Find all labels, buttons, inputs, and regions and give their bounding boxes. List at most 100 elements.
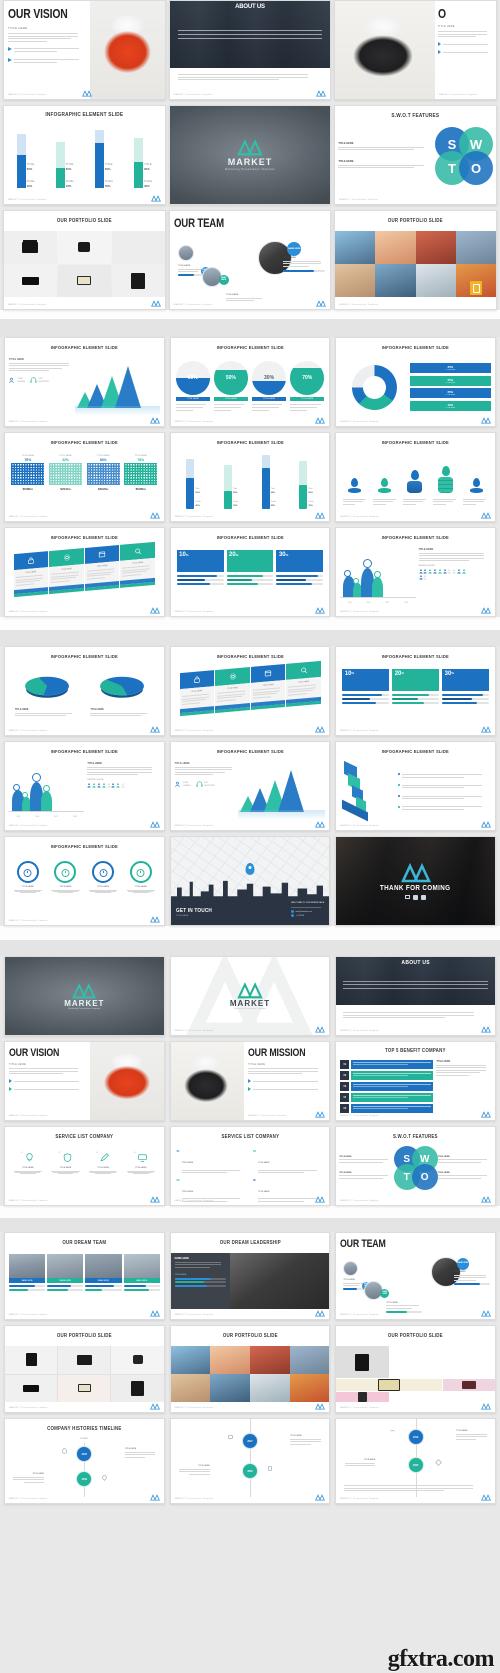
- slide-service-list-icons[interactable]: SERVICE LIST COMPANY 01 TITLE HERE 02 TI…: [4, 1126, 165, 1206]
- slide-footer-note: MARKET | Presentation Template: [9, 516, 48, 518]
- slide-footer-note: MARKET | Presentation Template: [9, 730, 48, 732]
- pie-chart: [24, 671, 69, 701]
- team-member[interactable]: NAME HERE TITLE HERE: [177, 245, 210, 277]
- dm-grid: [86, 463, 120, 485]
- slide-our-vision[interactable]: OUR VISION TITLE HERE MARKET | Presentat…: [3, 0, 166, 100]
- slide-kpi-3up-2[interactable]: INFOGRAPHIC ELEMENT SLIDE 10% 20% 30 % M…: [335, 646, 496, 736]
- slide-photo: [335, 1, 435, 99]
- team-card[interactable]: NAME HERE: [123, 1254, 160, 1291]
- social-row[interactable]: [405, 894, 427, 900]
- slide-tubes[interactable]: INFOGRAPHIC ELEMENT SLIDE Title 60% Profit…: [169, 432, 331, 522]
- slide-title: INFOGRAPHIC ELEMENT SLIDE: [216, 345, 284, 350]
- people-icon: [175, 782, 180, 788]
- slide-infographic-thermo[interactable]: INFOGRAPHIC ELEMENT SLIDE TITLE 60% Profit…: [3, 105, 166, 205]
- portfolio-cell: [210, 1346, 250, 1374]
- slide-cards-stack-2[interactable]: INFOGRAPHIC ELEMENT SLIDE TITLE HERE TIT…: [169, 646, 331, 736]
- team-member[interactable]: NAME HERE: [364, 1281, 390, 1300]
- slide-top5[interactable]: TOP 5 BENEFIT COMPANY 01 02 03 04 05 TIT…: [335, 1041, 496, 1121]
- slide-gauges[interactable]: INFOGRAPHIC ELEMENT SLIDE TITLE HERE TIT…: [4, 836, 165, 926]
- member-name: NAME HERE: [47, 1278, 84, 1284]
- timeline-caption-label: TITLE HERE: [198, 1465, 210, 1467]
- slide-dotmatrix[interactable]: INFOGRAPHIC ELEMENT SLIDE TITLE HERE 78%…: [4, 432, 165, 522]
- axis-tick: 2017: [385, 602, 390, 604]
- facebook-icon[interactable]: [421, 894, 427, 900]
- slide-donut[interactable]: INFOGRAPHIC ELEMENT SLIDE 35% TITLE HERE: [335, 337, 496, 427]
- dotmatrix-item: TITLE HERE 78% $595bn: [124, 455, 158, 491]
- team-card[interactable]: NAME HERE: [47, 1254, 84, 1291]
- twitter-icon[interactable]: [413, 894, 419, 900]
- slide-portfolio-people[interactable]: OUR PORTFOLIO SLIDE MARKET | Presentatio…: [334, 210, 497, 310]
- slide-timeline-3[interactable]: 2019 2020 TITLE HERE TITLE HERE MARKET |…: [335, 1418, 496, 1504]
- bullet-row: [9, 1079, 86, 1084]
- slide-title: THANK FOR COMING: [380, 884, 451, 892]
- slide-dream-leadership[interactable]: OUR DREAM LEADERSHIP NAME HERE TITLE HER…: [169, 1232, 331, 1320]
- service-number: 03: [96, 1152, 99, 1154]
- slide-cover-white[interactable]: MARKET Marketing Presentation Template M…: [169, 956, 331, 1036]
- slide-thank-you[interactable]: THANK FOR COMING: [335, 836, 496, 926]
- slide-footer-note: MARKET | Presentation Template: [340, 421, 379, 423]
- slide-cover-fog-2[interactable]: MARKET Marketing Presentation Template: [4, 956, 165, 1036]
- slide-timeline-2[interactable]: 2017 2018 TITLE HERE TITLE HERE MARKET |…: [169, 1418, 331, 1504]
- axis-tick: 2015: [347, 602, 352, 604]
- slide-about-us[interactable]: ABOUT US MARKET | Presentation Template: [168, 0, 332, 100]
- slide-coinstacks[interactable]: INFOGRAPHIC ELEMENT SLIDE MARKET | Prese…: [335, 432, 496, 522]
- legend-label: PEOPLE QUOTE: [418, 565, 435, 568]
- portfolio-cell: [249, 1374, 290, 1402]
- slide-mountains-1[interactable]: INFOGRAPHIC ELEMENT SLIDE TITLE HERE 3.5…: [4, 337, 165, 427]
- page-title: ABOUT US: [401, 960, 430, 966]
- service-label: TITLE HERE: [181, 1162, 194, 1164]
- slide-bellcurve[interactable]: INFOGRAPHIC ELEMENT SLIDE 2015 2016 2017…: [335, 527, 496, 617]
- slide-portfolio-objects[interactable]: OUR PORTFOLIO SLIDE MARKET | Presentatio…: [335, 1325, 496, 1413]
- portfolio-cell: [170, 1346, 211, 1374]
- brand-logo-icon: [481, 1403, 491, 1410]
- slide-portfolio-people-2[interactable]: OUR PORTFOLIO SLIDE MARKET | Presentatio…: [169, 1325, 331, 1413]
- team-card[interactable]: NAME HERE: [85, 1254, 122, 1291]
- slide-portfolio-cameras[interactable]: OUR PORTFOLIO SLIDE MARKET | Presentatio…: [3, 210, 166, 310]
- slide-title: INFOGRAPHIC ELEMENT SLIDE: [50, 440, 118, 445]
- slide-subtitle: TITLE HERE: [9, 1063, 26, 1066]
- bullet-item: [397, 772, 491, 779]
- brand-name: MARKET: [229, 999, 271, 1008]
- slide-our-team[interactable]: OUR TEAM NAME HERE TITLE HERE NAME HERE …: [168, 210, 332, 310]
- slide-cards-stack[interactable]: INFOGRAPHIC ELEMENT SLIDE TITLE HERE TIT…: [4, 527, 165, 617]
- mail-icon[interactable]: [405, 894, 411, 899]
- gauge-item: TITLE HERE: [87, 861, 119, 893]
- team-member[interactable]: NAME HERE: [201, 267, 229, 287]
- service-label: TITLE HERE: [22, 1167, 34, 1169]
- kpi-value: 10: [179, 552, 186, 558]
- slide-our-vision-2[interactable]: O TITLE HERE MARKET | Presentation Templ…: [334, 0, 497, 100]
- slide-our-team-2[interactable]: OUR TEAM NAME HERE TITLE HERE NAME HERE …: [335, 1232, 496, 1320]
- timeline-node-label: 2019: [412, 1435, 419, 1439]
- slide-mountains-2[interactable]: INFOGRAPHIC ELEMENT SLIDE TITLE HERE 3.5…: [169, 741, 331, 831]
- contact-row[interactable]: +1 234 56: [291, 914, 324, 918]
- slide-timeline-1[interactable]: COMPANY HISTORIES TIMELINE START 2015 20…: [4, 1418, 165, 1504]
- slide-kpi-3up[interactable]: INFOGRAPHIC ELEMENT SLIDE 10% 20% 30 % M…: [169, 527, 331, 617]
- slide-our-mission[interactable]: OUR MISSION TITLE HERE MARKET | Presenta…: [169, 1041, 331, 1121]
- lock-icon: [193, 676, 200, 683]
- slide-footer-note: MARKET | Presentation Template: [173, 93, 213, 96]
- slide-dream-team[interactable]: OUR DREAM TEAM NAME HERE NAME HERE NAME …: [4, 1232, 165, 1320]
- slide-pies[interactable]: INFOGRAPHIC ELEMENT SLIDE TITLE HERE TIT…: [4, 646, 165, 736]
- slide-our-vision-3[interactable]: OUR VISION TITLE HERE MARKET | Presentat…: [4, 1041, 165, 1121]
- slide-about-us-2[interactable]: ABOUT US MARKET | Presentation Template: [335, 956, 496, 1036]
- slide-swot[interactable]: S.W.O.T FEATURES TITLE HERE TITLE HERE S…: [334, 105, 497, 205]
- service-item: 04 TITLE HERE: [125, 1152, 157, 1174]
- play-icon: [437, 42, 441, 47]
- slide-portfolio-cameras-2[interactable]: OUR PORTFOLIO SLIDE MARKET | Presentatio…: [4, 1325, 165, 1413]
- slide-service-list-numbers[interactable]: SERVICE LIST COMPANY 01 TITLE HERE 04 TI…: [169, 1126, 331, 1206]
- slide-cover-fog[interactable]: MARKET Marketing Presentation Template: [168, 105, 332, 205]
- slide-footer-note: MARKET | Presentation Template: [8, 94, 47, 96]
- slide-bellcurve-2[interactable]: INFOGRAPHIC ELEMENT SLIDE 2015 2016 2017…: [4, 741, 165, 831]
- slide-spheres[interactable]: INFOGRAPHIC ELEMENT SLIDE 60% TITLE HERE: [169, 337, 331, 427]
- slide-get-in-touch[interactable]: GET IN TOUCH TITLE HERE WELCOME TO OUR W…: [169, 836, 331, 926]
- axis-tick: 2018: [404, 602, 409, 604]
- slide-swot-2[interactable]: S.W.O.T FEATURES TITLE HERE TITLE HERE S…: [335, 1126, 496, 1206]
- brand-logo-icon: [481, 1494, 491, 1501]
- slide-isobars[interactable]: INFOGRAPHIC ELEMENT SLIDE MARKET | Prese…: [335, 741, 496, 831]
- timer-icon: [61, 868, 70, 877]
- section-5: OUR DREAM TEAM NAME HERE NAME HERE NAME …: [0, 1232, 500, 1504]
- team-member[interactable]: NAME HERE TITLE HERE: [343, 1261, 371, 1291]
- swot-caption: TITLE HERE: [437, 1156, 492, 1163]
- dm-pct: 54%: [99, 458, 107, 462]
- team-card[interactable]: NAME HERE: [9, 1254, 46, 1291]
